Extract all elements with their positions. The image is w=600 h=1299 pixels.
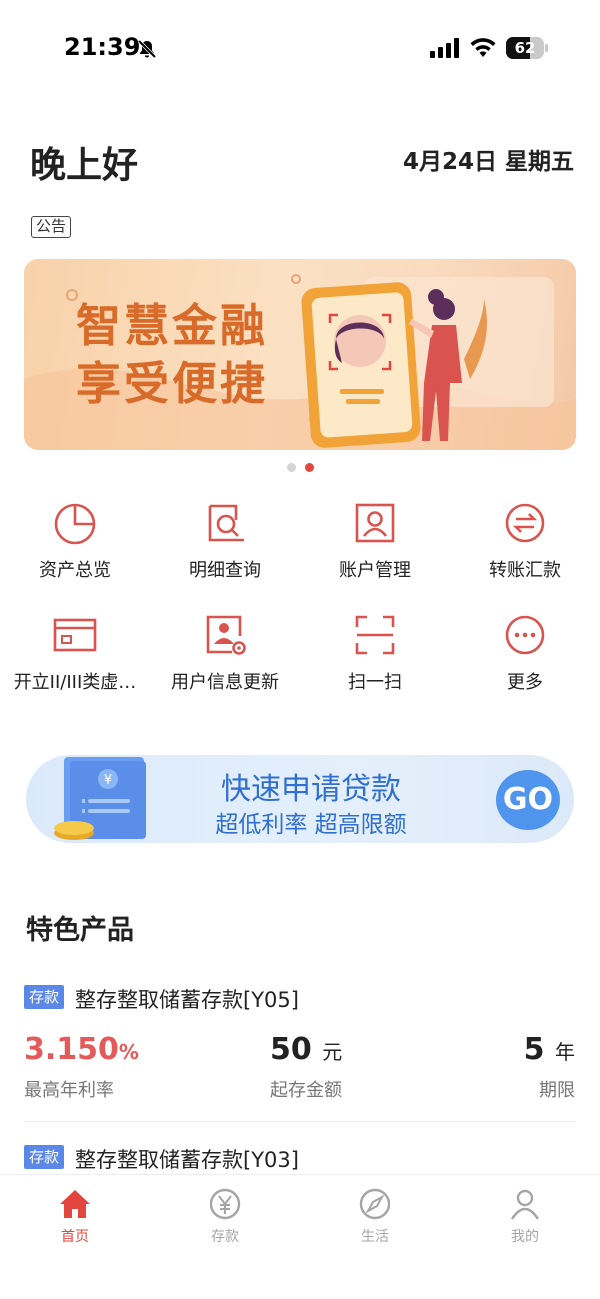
product-rate: 3.150% [24, 1032, 139, 1067]
pie-chart-icon [54, 503, 96, 545]
svg-text:¥: ¥ [104, 773, 112, 788]
amount-unit: 元 [322, 1040, 343, 1064]
rate-value: 3.150 [24, 1032, 119, 1067]
loan-title: 快速申请贷款 [221, 772, 401, 807]
term-value: 5 [523, 1032, 545, 1067]
tab-label: 生活 [361, 1229, 389, 1245]
pagination-dot-2[interactable] [305, 463, 314, 472]
term-unit: 年 [555, 1040, 575, 1064]
term-label: 期限 [539, 1080, 575, 1101]
product-name[interactable]: 整存整取储蓄存款[Y03] [75, 1144, 299, 1174]
status-bar: 21:39 62 [0, 0, 600, 96]
menu-label: 开立II/III类虚… [13, 672, 137, 693]
promo-banner[interactable]: 智慧金融 享受便捷 [24, 259, 576, 450]
product-min-amount: 50 元 [270, 1032, 342, 1067]
loan-banner[interactable]: ¥ 快速申请贷款 超低利率 超高限额 GO [26, 755, 574, 843]
featured-section-title: 特色产品 [26, 915, 134, 946]
tab-label: 首页 [61, 1229, 89, 1245]
menu-label: 转账汇款 [489, 560, 561, 581]
menu-account-management[interactable]: 账户管理 [300, 500, 450, 600]
home-icon [60, 1190, 90, 1218]
greeting: 晚上好 [30, 145, 139, 186]
rate-unit: % [118, 1040, 139, 1064]
compass-icon [359, 1188, 391, 1220]
menu-label: 用户信息更新 [171, 672, 279, 693]
menu-scan[interactable]: 扫一扫 [300, 612, 450, 712]
notice-tag[interactable]: 公告 [31, 216, 72, 238]
menu-label: 更多 [507, 672, 543, 693]
loan-go-button[interactable]: GO [496, 770, 560, 830]
current-date: 4月24日 星期五 [402, 149, 574, 175]
banner-line-2: 享受便捷 [76, 357, 269, 410]
bottom-tab-bar: 首页 存款 生活 我的 [0, 1174, 600, 1299]
menu-transfer[interactable]: 转账汇款 [450, 500, 600, 600]
card-icon [53, 618, 97, 652]
tab-mine[interactable]: 我的 [475, 1187, 575, 1251]
bell-off-icon [137, 39, 157, 59]
transfer-icon [505, 503, 545, 543]
yuan-icon [209, 1188, 241, 1220]
amount-label: 起存金额 [270, 1080, 342, 1101]
pagination-dot-1[interactable] [287, 463, 296, 472]
product-term: 5 年 [524, 1032, 575, 1067]
menu-more[interactable]: 更多 [450, 612, 600, 712]
loan-document-icon: ¥ [54, 757, 146, 840]
menu-detail-query[interactable]: 明细查询 [150, 500, 300, 600]
tab-life[interactable]: 生活 [325, 1187, 425, 1251]
menu-asset-overview[interactable]: 资产总览 [0, 500, 150, 600]
battery-indicator: 62 [506, 37, 548, 59]
loan-subtitle: 超低利率 超高限额 [215, 812, 407, 838]
menu-label: 账户管理 [339, 560, 411, 581]
rate-label: 最高年利率 [24, 1080, 114, 1101]
more-icon [505, 615, 545, 655]
battery-level: 62 [514, 39, 536, 57]
menu-label: 扫一扫 [348, 672, 402, 693]
tab-home[interactable]: 首页 [25, 1187, 125, 1251]
person-icon [510, 1189, 540, 1220]
status-time: 21:39 [64, 33, 141, 61]
menu-label: 明细查询 [189, 560, 261, 581]
user-settings-icon [206, 615, 246, 655]
menu-user-info-update[interactable]: 用户信息更新 [150, 612, 300, 712]
banner-pagination [287, 463, 317, 473]
menu-open-virtual-account[interactable]: 开立II/III类虚… [0, 612, 150, 712]
tab-label: 我的 [511, 1229, 539, 1245]
cellular-signal-icon [430, 38, 459, 58]
product-divider [24, 1121, 576, 1122]
banner-line-1: 智慧金融 [76, 299, 269, 352]
scan-icon [355, 615, 395, 655]
menu-label: 资产总览 [39, 560, 111, 581]
banner-slogan: 智慧金融 享受便捷 [76, 297, 268, 413]
product-name[interactable]: 整存整取储蓄存款[Y05] [75, 984, 299, 1014]
product-tag: 存款 [24, 1145, 65, 1169]
tab-label: 存款 [211, 1229, 239, 1245]
account-profile-icon [355, 503, 395, 543]
wifi-icon [470, 38, 496, 57]
tab-deposit[interactable]: 存款 [175, 1187, 275, 1251]
amount-value: 50 [270, 1032, 312, 1067]
document-search-icon [208, 504, 244, 542]
product-tag: 存款 [24, 985, 65, 1009]
